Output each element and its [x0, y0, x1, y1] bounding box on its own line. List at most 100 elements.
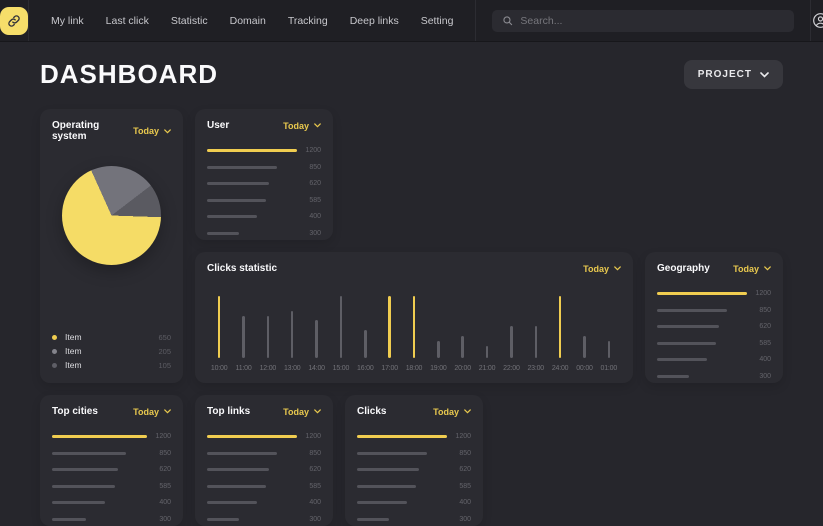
time-label: 24:00 [552, 365, 569, 372]
bar-row: 620 [207, 180, 321, 187]
nav-item[interactable]: Last click [106, 15, 149, 27]
nav-item[interactable]: Deep links [350, 15, 399, 27]
bar [207, 215, 257, 218]
chevron-down-icon [614, 266, 621, 271]
bar [315, 320, 318, 358]
vbar-column: 11:00 [231, 316, 255, 372]
bar-row: 1200 [52, 433, 171, 440]
pie-legend: Item 650 Item 205 Item 105 [52, 332, 171, 372]
legend-label: Item [65, 360, 82, 370]
vbar-column: 24:00 [548, 296, 572, 372]
legend-dot [52, 363, 57, 368]
bar [461, 336, 464, 358]
nav-item[interactable]: Tracking [288, 15, 328, 27]
bar-row: 400 [357, 499, 471, 506]
bar-row: 400 [657, 356, 771, 363]
nav-item[interactable]: Setting [421, 15, 454, 27]
bar-value: 400 [747, 356, 771, 363]
card-title: Geography [657, 263, 710, 274]
time-label: 23:00 [527, 365, 544, 372]
period-dropdown[interactable]: Today [133, 126, 171, 136]
bar-value: 300 [297, 516, 321, 523]
bar [207, 468, 269, 471]
period-dropdown[interactable]: Today [283, 121, 321, 131]
bar-row: 850 [357, 450, 471, 457]
bar-value: 400 [447, 499, 471, 506]
period-dropdown[interactable]: Today [733, 264, 771, 274]
bar [657, 375, 689, 378]
project-button[interactable]: PROJECT [684, 60, 783, 89]
bar-value: 585 [297, 483, 321, 490]
bar [207, 232, 239, 235]
nav-item[interactable]: My link [51, 15, 84, 27]
pie-chart [62, 166, 161, 265]
vbar-column: 17:00 [377, 296, 401, 372]
bar-value: 400 [297, 499, 321, 506]
bar [207, 452, 277, 455]
bar-value: 850 [297, 450, 321, 457]
period-dropdown[interactable]: Today [433, 407, 471, 417]
time-label: 18:00 [406, 365, 423, 372]
hbar-chart: 1200 850 620 585 [207, 147, 321, 237]
topbar: My link Last click Statistic Domain Trac… [0, 0, 823, 42]
period-label: Today [133, 126, 159, 136]
link-icon [7, 14, 21, 28]
bar [608, 341, 611, 358]
search-input[interactable] [520, 15, 784, 27]
bar [357, 435, 447, 438]
bar [207, 166, 277, 169]
period-dropdown[interactable]: Today [133, 407, 171, 417]
bar [657, 292, 747, 295]
bar-row: 620 [207, 466, 321, 473]
period-dropdown[interactable]: Today [583, 264, 621, 274]
period-dropdown[interactable]: Today [283, 407, 321, 417]
bar [218, 296, 221, 358]
bar [357, 452, 427, 455]
bar [583, 336, 586, 358]
bar [559, 296, 562, 358]
period-label: Today [133, 407, 159, 417]
bar [207, 518, 239, 521]
nav-item[interactable]: Statistic [171, 15, 208, 27]
vbar-column: 15:00 [329, 296, 353, 372]
bar-value: 300 [747, 373, 771, 380]
vbar-column: 16:00 [353, 330, 377, 372]
logo[interactable] [0, 7, 28, 35]
legend-dot [52, 349, 57, 354]
bar-row: 850 [207, 164, 321, 171]
hbar-chart: 1200 850 620 585 [207, 433, 321, 523]
bar [413, 296, 416, 358]
bar [357, 518, 389, 521]
bar [357, 485, 416, 488]
bar-value: 620 [297, 180, 321, 187]
vbar-column: 21:00 [475, 346, 499, 372]
time-label: 01:00 [601, 365, 618, 372]
bar-row: 1200 [207, 147, 321, 154]
card-operating-system: Operating system Today Item 650 [40, 109, 183, 383]
bar-value: 585 [447, 483, 471, 490]
bar-value: 620 [147, 466, 171, 473]
vbar-column: 10:00 [207, 296, 231, 372]
bar-value: 850 [147, 450, 171, 457]
search[interactable] [492, 10, 794, 32]
chevron-down-icon [760, 72, 769, 78]
bar-row: 585 [207, 483, 321, 490]
bar [207, 501, 257, 504]
bar [207, 435, 297, 438]
period-label: Today [283, 121, 309, 131]
legend-label: Item [65, 346, 82, 356]
bar-row: 585 [207, 197, 321, 204]
bar [207, 199, 266, 202]
bar-value: 300 [447, 516, 471, 523]
chevron-down-icon [764, 266, 771, 271]
account-button[interactable] [810, 0, 823, 41]
bar-row: 620 [52, 466, 171, 473]
vbar-column: 13:00 [280, 311, 304, 372]
vbar-column: 14:00 [304, 320, 328, 372]
bar [657, 325, 719, 328]
time-label: 00:00 [576, 365, 593, 372]
bar-value: 850 [297, 164, 321, 171]
bar [207, 182, 269, 185]
nav-item[interactable]: Domain [230, 15, 266, 27]
bar [207, 149, 297, 152]
